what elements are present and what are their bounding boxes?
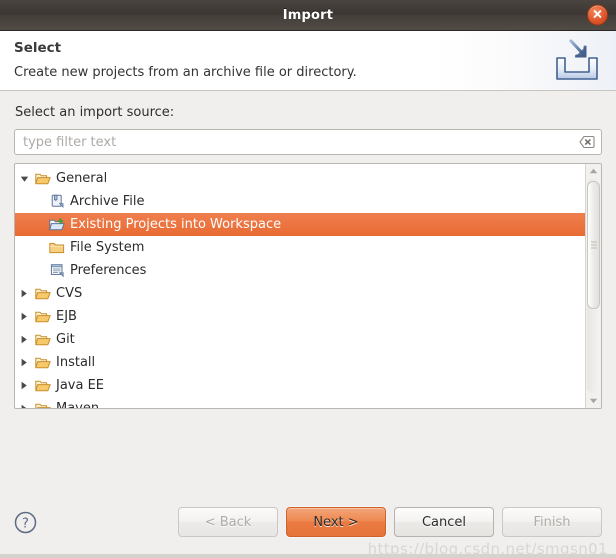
scroll-up-icon[interactable] (587, 164, 600, 178)
chevron-right-icon[interactable] (15, 381, 33, 390)
page-title: Select (14, 40, 62, 56)
chevron-right-icon[interactable] (15, 358, 33, 367)
tree-item-label: General (56, 171, 108, 186)
tree-item-maven[interactable]: Maven (15, 397, 585, 408)
tree-item-label: Existing Projects into Workspace (70, 217, 282, 232)
import-project-folder-icon (47, 217, 67, 232)
import-source-label: Select an import source: (15, 105, 175, 120)
preferences-page-icon (47, 263, 67, 278)
window-title: Import (282, 7, 334, 23)
scrollbar-grip-icon (591, 240, 597, 251)
tree-item-label: File System (70, 240, 145, 255)
chevron-right-icon[interactable] (15, 312, 33, 321)
tree-item-label: CVS (56, 286, 83, 301)
dialog-header: Select Create new projects from an archi… (0, 31, 616, 91)
tree-rows: General Archive File Existing Projects int… (15, 164, 585, 408)
title-bar: Import (0, 0, 616, 31)
tree-item-install[interactable]: Install (15, 351, 585, 374)
scroll-down-icon[interactable] (587, 394, 600, 408)
tree-item-general[interactable]: General (15, 167, 585, 190)
open-folder-icon (33, 356, 53, 370)
tree-item-label: Archive File (70, 194, 145, 209)
filter-field-wrapper (14, 129, 602, 155)
closed-folder-icon (47, 241, 67, 255)
open-folder-icon (33, 310, 53, 324)
tree-item-preferences[interactable]: Preferences (15, 259, 585, 282)
tree-item-label: Preferences (70, 263, 147, 278)
tree-item-label: Maven (53, 401, 99, 408)
tree-item-label: Java EE (56, 378, 105, 393)
open-folder-icon (33, 172, 53, 186)
filter-input[interactable] (15, 130, 601, 154)
close-icon[interactable] (587, 4, 608, 26)
open-folder-icon (33, 287, 53, 301)
svg-text:?: ? (22, 516, 29, 531)
cancel-button[interactable]: Cancel (394, 507, 494, 537)
dialog-body: Select an import source: General Archive … (0, 91, 616, 490)
help-question-icon[interactable]: ? (14, 511, 37, 534)
page-description: Create new projects from an archive file… (14, 65, 357, 80)
back-button: < Back (178, 507, 278, 537)
open-folder-icon (33, 379, 53, 393)
tree-item-existing-projects-into-workspace[interactable]: Existing Projects into Workspace (15, 213, 585, 236)
open-folder-icon (33, 402, 53, 408)
chevron-down-icon[interactable] (15, 175, 33, 183)
chevron-right-icon[interactable] (15, 289, 33, 298)
clear-field-icon[interactable] (579, 135, 595, 149)
finish-button: Finish (502, 507, 602, 537)
tree-item-java-ee[interactable]: Java EE (15, 374, 585, 397)
chevron-right-icon[interactable] (15, 335, 33, 344)
open-folder-icon (33, 333, 53, 347)
scrollbar-thumb[interactable] (587, 181, 600, 309)
watermark: https://blog.csdn.net/smgsn01 (367, 540, 608, 558)
tree-item-label: EJB (56, 309, 77, 324)
footer-button-group: < Back Next > Cancel Finish (178, 507, 602, 537)
import-arrow-into-tray-icon (548, 35, 606, 87)
archive-file-icon (47, 194, 67, 209)
tree-item-git[interactable]: Git (15, 328, 585, 351)
tree-item-label: Git (56, 332, 75, 347)
tree-item-label: Install (56, 355, 96, 370)
next-button[interactable]: Next > (286, 507, 386, 537)
scrollbar-track[interactable] (587, 179, 600, 393)
tree-item-archive-file[interactable]: Archive File (15, 190, 585, 213)
tree-scrollbar[interactable] (585, 164, 601, 408)
tree-item-cvs[interactable]: CVS (15, 282, 585, 305)
chevron-right-icon[interactable] (15, 404, 33, 408)
import-dialog: Import Select Create new projects from a… (0, 0, 616, 558)
tree-item-file-system[interactable]: File System (15, 236, 585, 259)
dialog-footer: ? < Back Next > Cancel Finish https://blog.… (0, 490, 616, 558)
tree-item-ejb[interactable]: EJB (15, 305, 585, 328)
import-source-tree: General Archive File Existing Projects int… (14, 163, 602, 409)
